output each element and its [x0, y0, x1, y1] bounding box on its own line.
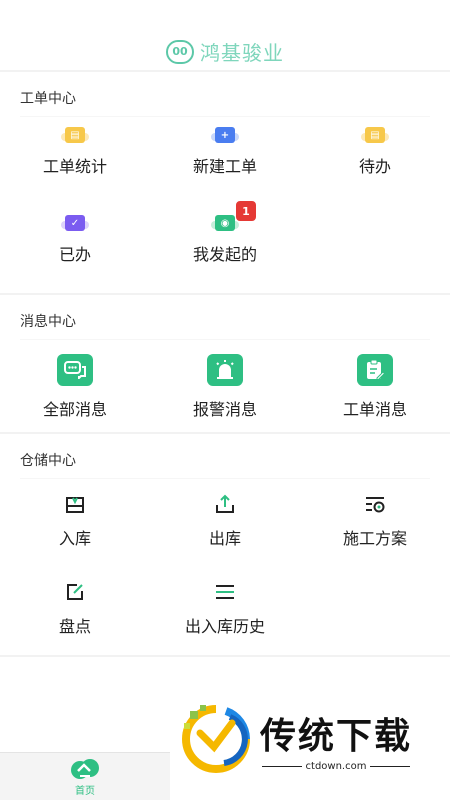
messages-grid: 全部消息 报警消息 工单消息: [0, 340, 450, 432]
menu-list-icon: [214, 581, 236, 603]
section-title-warehouse: 仓储中心: [20, 453, 76, 469]
empty-cell: [300, 567, 450, 655]
brand-logo-icon: 00: [166, 39, 194, 64]
cell-label: 已办: [58, 245, 91, 264]
cell-label: 盘点: [58, 617, 91, 636]
stock-out-button[interactable]: 出库: [150, 479, 300, 567]
inventory-check-button[interactable]: 盘点: [0, 567, 150, 655]
brand: 00 鸿基骏业: [166, 37, 284, 66]
cell-label: 新建工单: [192, 157, 257, 176]
watermark-logo: 传统下载 ctdown.com: [180, 700, 440, 778]
initiated-by-me-button[interactable]: ◉ 1 我发起的: [150, 201, 300, 293]
cell-label: 工单统计: [42, 157, 107, 176]
watermark-url: ctdown.com: [305, 760, 367, 772]
watermark-url-row: ctdown.com: [261, 760, 411, 772]
cell-label: 工单消息: [342, 400, 407, 419]
construction-plan-button[interactable]: 施工方案: [300, 479, 450, 567]
workorder-stats-button[interactable]: ▤ 工单统计: [0, 117, 150, 205]
todo-button[interactable]: ▤ 待办: [300, 117, 450, 205]
inbox-icon: [64, 493, 86, 515]
empty-cell: [300, 205, 450, 293]
watermark-title: 传统下载: [260, 715, 413, 757]
section-title-messages: 消息中心: [20, 314, 76, 330]
app-header: 00 鸿基骏业: [0, 0, 450, 70]
clipboard-icon: ▤: [61, 127, 89, 143]
done-button[interactable]: ✓ 已办: [0, 205, 150, 293]
divider-line: [261, 765, 302, 767]
tab-label: 首页: [75, 786, 95, 797]
ctdown-logo-icon: [180, 703, 252, 775]
stock-in-button[interactable]: 入库: [0, 479, 150, 567]
alarm-messages-button[interactable]: 报警消息: [150, 340, 300, 432]
workorder-messages-button[interactable]: 工单消息: [300, 340, 450, 432]
cell-label: 待办: [358, 157, 391, 176]
cell-label: 出入库历史: [184, 617, 265, 636]
alarm-light-icon: [207, 354, 243, 386]
home-icon: [70, 756, 100, 782]
tab-home[interactable]: 首页: [0, 752, 170, 800]
check-icon: ✓: [61, 215, 89, 231]
watermark-text-group: 传统下载 ctdown.com: [260, 707, 412, 772]
all-messages-button[interactable]: 全部消息: [0, 340, 150, 432]
cell-label: 入库: [58, 529, 91, 548]
upload-icon: [214, 493, 236, 515]
edit-square-icon: [64, 581, 86, 603]
section-title-workorder: 工单中心: [20, 91, 76, 107]
warehouse-grid: 入库 出库 施工方案 盘点 出入库历史: [0, 479, 450, 655]
chat-bubble-icon: [57, 354, 93, 386]
cell-label: 施工方案: [342, 529, 407, 548]
new-workorder-button[interactable]: + 新建工单: [150, 117, 300, 205]
clipboard-edit-icon: [357, 354, 393, 386]
brand-name: 鸿基骏业: [200, 41, 284, 65]
notification-badge: 1: [236, 201, 256, 221]
section-divider: [0, 655, 450, 657]
clipboard-icon: ▤: [361, 127, 389, 143]
camera-icon: ◉: [211, 215, 239, 231]
cell-label: 我发起的: [192, 245, 257, 264]
divider-line: [370, 765, 411, 767]
add-document-icon: +: [211, 127, 239, 143]
cell-label: 报警消息: [192, 400, 257, 419]
workorder-grid: ▤ 工单统计 + 新建工单 ▤ 待办 ✓ 已办 ◉ 1 我发起的: [0, 117, 450, 293]
cell-label: 全部消息: [42, 400, 107, 419]
stock-history-button[interactable]: 出入库历史: [150, 567, 300, 655]
cell-label: 出库: [208, 529, 241, 548]
plan-list-icon: [364, 493, 386, 515]
